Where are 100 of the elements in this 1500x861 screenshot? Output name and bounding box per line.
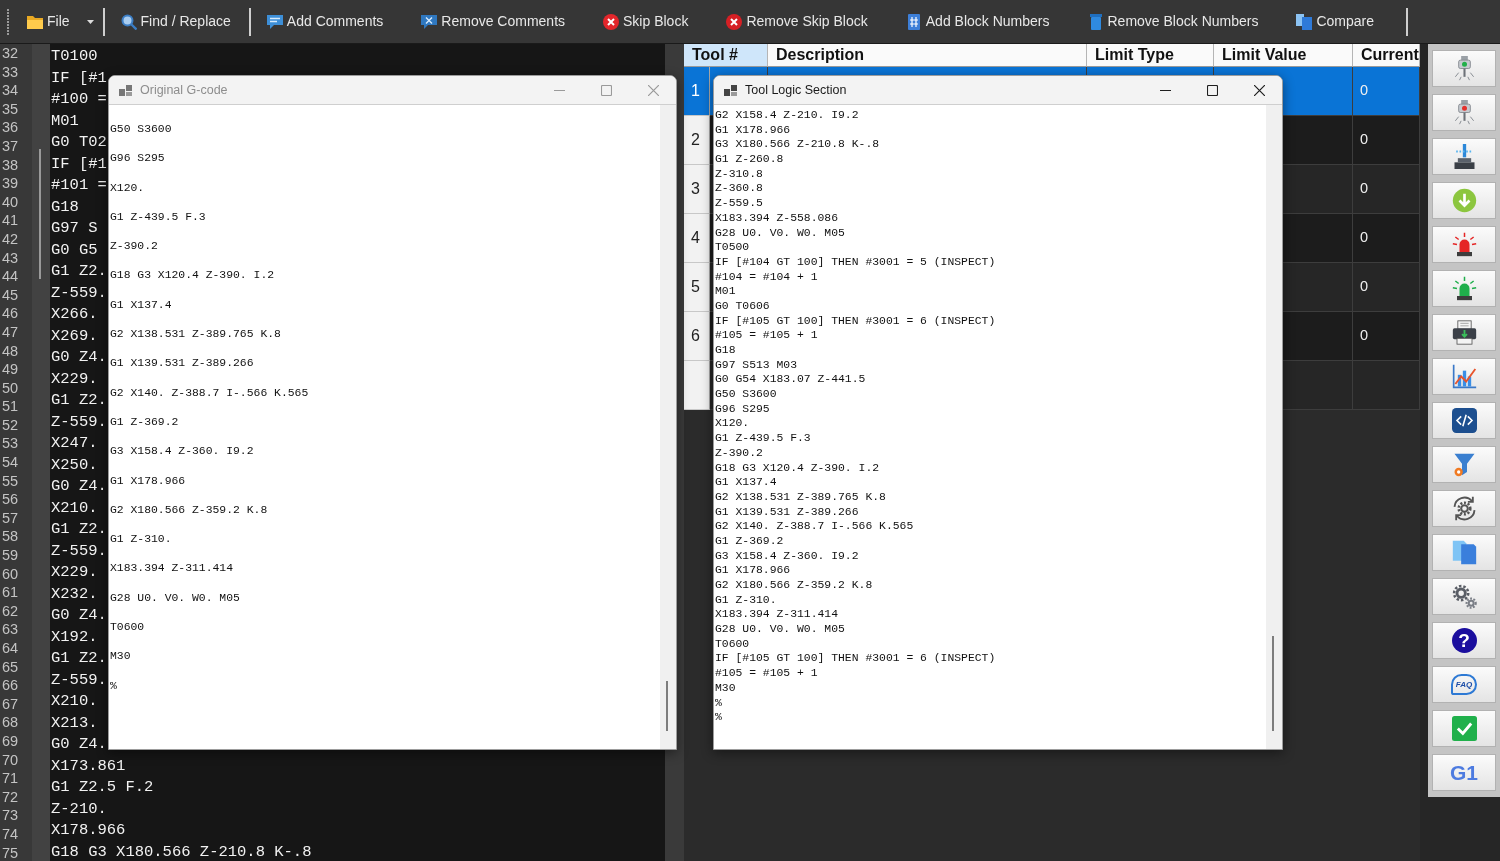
row-header[interactable]: 6 bbox=[684, 312, 710, 361]
row-header[interactable] bbox=[684, 361, 710, 410]
row-header[interactable]: 2 bbox=[684, 116, 710, 165]
maximize-icon[interactable] bbox=[1207, 84, 1218, 96]
code-line: G2 X180.566 Z-359.2 K.8 bbox=[110, 502, 268, 518]
code-line: G97 S bbox=[51, 218, 98, 239]
app-icon bbox=[724, 84, 737, 96]
app-icon bbox=[119, 84, 132, 96]
column-header[interactable]: Description bbox=[768, 44, 1087, 67]
line-number: 65 bbox=[2, 657, 20, 677]
check-button[interactable] bbox=[1432, 710, 1496, 747]
siren-button[interactable] bbox=[1432, 226, 1496, 263]
code-line: G1 Z-439.5 F.3 bbox=[715, 431, 811, 446]
code-line: % bbox=[110, 678, 117, 694]
code-line: IF [#105 GT 100] THEN #3001 = 6 (INSPECT) bbox=[715, 313, 996, 329]
comment-icon bbox=[421, 13, 438, 30]
row-header[interactable]: 1 bbox=[684, 67, 710, 116]
code-line: G0 Z4. bbox=[51, 605, 107, 626]
code-line: G1 X178.966 bbox=[715, 122, 791, 138]
siren-button[interactable] bbox=[1432, 270, 1496, 307]
remove-block-numbers-button[interactable]: Remove Block Numbers bbox=[1081, 6, 1265, 37]
filter-button[interactable] bbox=[1432, 446, 1496, 483]
column-header[interactable]: Limit Value bbox=[1214, 44, 1353, 67]
faq-button[interactable]: FAQ bbox=[1432, 666, 1496, 703]
code-line: X192. bbox=[51, 626, 98, 648]
drill-button[interactable] bbox=[1432, 50, 1496, 87]
help-button[interactable]: ? bbox=[1432, 622, 1496, 659]
code-line: X232. bbox=[51, 583, 98, 605]
chart-icon bbox=[1451, 364, 1477, 389]
line-number: 57 bbox=[2, 508, 20, 528]
code-line: G1 Z-310. bbox=[110, 532, 172, 548]
download-button[interactable] bbox=[1432, 182, 1496, 219]
row-header[interactable]: 5 bbox=[684, 263, 710, 312]
dropdown-icon[interactable] bbox=[86, 19, 94, 24]
code-line: G3 X158.4 Z-360. I9.2 bbox=[715, 548, 859, 564]
code-line: G3 X180.566 Z-210.8 K-.8 bbox=[715, 137, 880, 153]
cycle-button[interactable] bbox=[1432, 490, 1496, 527]
code-line: G28 U0. V0. W0. M05 bbox=[715, 225, 845, 241]
settings-button[interactable] bbox=[1432, 578, 1496, 615]
chart-button[interactable] bbox=[1432, 358, 1496, 395]
cross-circle-icon bbox=[603, 13, 620, 30]
code-line: #100 = bbox=[51, 89, 107, 110]
code-line: G1 Z-369.2 bbox=[110, 414, 179, 430]
line-number: 51 bbox=[2, 397, 20, 416]
column-header[interactable]: Tool # bbox=[684, 44, 768, 67]
g-code-button[interactable]: G1 bbox=[1432, 754, 1496, 791]
line-number: 71 bbox=[2, 769, 20, 788]
line-number: 45 bbox=[2, 285, 20, 305]
table-cell-text: 0 bbox=[1360, 81, 1369, 101]
row-header[interactable]: 4 bbox=[684, 214, 710, 263]
machine-button[interactable] bbox=[1432, 138, 1496, 175]
code-line: Z-390.2 bbox=[715, 445, 763, 461]
code-line: G2 X138.531 Z-389.765 K.8 bbox=[715, 489, 886, 505]
column-header[interactable]: Limit Type bbox=[1087, 44, 1214, 67]
line-number: 54 bbox=[2, 453, 20, 472]
printer-button[interactable] bbox=[1432, 314, 1496, 351]
line-number: 41 bbox=[2, 211, 20, 230]
code-line: X120. bbox=[110, 180, 145, 196]
line-number: 37 bbox=[2, 136, 20, 156]
minimize-icon[interactable] bbox=[1160, 89, 1171, 91]
line-number: 44 bbox=[2, 267, 20, 286]
remove-comments-button[interactable]: Remove Comments bbox=[415, 6, 572, 37]
code-line: G2 X140. Z-388.7 I-.566 K.565 bbox=[715, 519, 914, 534]
code-line: G0 G54 X183.07 Z-441.5 bbox=[715, 372, 866, 388]
remove-skip-block-button[interactable]: Remove Skip Block bbox=[720, 6, 874, 37]
column-header[interactable]: Current bbox=[1353, 44, 1420, 67]
code-line: G1 X139.531 Z-389.266 bbox=[110, 356, 254, 372]
scrollbar-track[interactable] bbox=[1266, 105, 1282, 749]
documents-icon bbox=[1296, 13, 1313, 30]
code-line: Z-559. bbox=[51, 669, 107, 691]
code-line: T0100 bbox=[51, 46, 98, 67]
documents-button[interactable] bbox=[1432, 534, 1496, 571]
table-cell-text: 0 bbox=[1360, 179, 1369, 199]
compare-button[interactable]: Compare bbox=[1290, 6, 1381, 37]
skip-block-button[interactable]: Skip Block bbox=[597, 6, 695, 37]
line-number: 50 bbox=[2, 378, 20, 398]
line-number: 58 bbox=[2, 527, 20, 547]
code-button[interactable] bbox=[1432, 402, 1496, 439]
add-comments-button[interactable]: Add Comments bbox=[260, 6, 390, 37]
code-line: IF [#105 GT 100] THEN #3001 = 6 (INSPECT) bbox=[715, 651, 996, 667]
scrollbar-thumb[interactable] bbox=[39, 149, 41, 279]
code-line: G2 X140. Z-388.7 I-.566 K.565 bbox=[110, 385, 309, 401]
code-line: #104 = #104 + 1 bbox=[715, 269, 818, 285]
add-block-numbers-button[interactable]: Add Block Numbers bbox=[899, 6, 1056, 37]
code-line: X210. bbox=[51, 691, 98, 712]
code-line: X178.966 bbox=[51, 820, 126, 841]
scrollbar-track[interactable] bbox=[660, 105, 676, 749]
scrollbar-thumb[interactable] bbox=[1272, 636, 1274, 731]
close-icon[interactable] bbox=[1254, 84, 1265, 96]
line-number: 61 bbox=[2, 583, 20, 602]
hash-icon bbox=[905, 13, 922, 30]
line-number: 60 bbox=[2, 564, 20, 584]
drill-button[interactable] bbox=[1432, 94, 1496, 131]
code-line: G2 X158.4 Z-210. I9.2 bbox=[715, 108, 859, 123]
title-bar[interactable]: Tool Logic Section bbox=[714, 76, 1282, 105]
row-header[interactable]: 3 bbox=[684, 165, 710, 214]
file-button[interactable]: File bbox=[21, 6, 76, 37]
gears-icon bbox=[1451, 584, 1477, 609]
scrollbar-thumb[interactable] bbox=[666, 681, 668, 731]
find-replace-button[interactable]: Find / Replace bbox=[114, 6, 237, 37]
